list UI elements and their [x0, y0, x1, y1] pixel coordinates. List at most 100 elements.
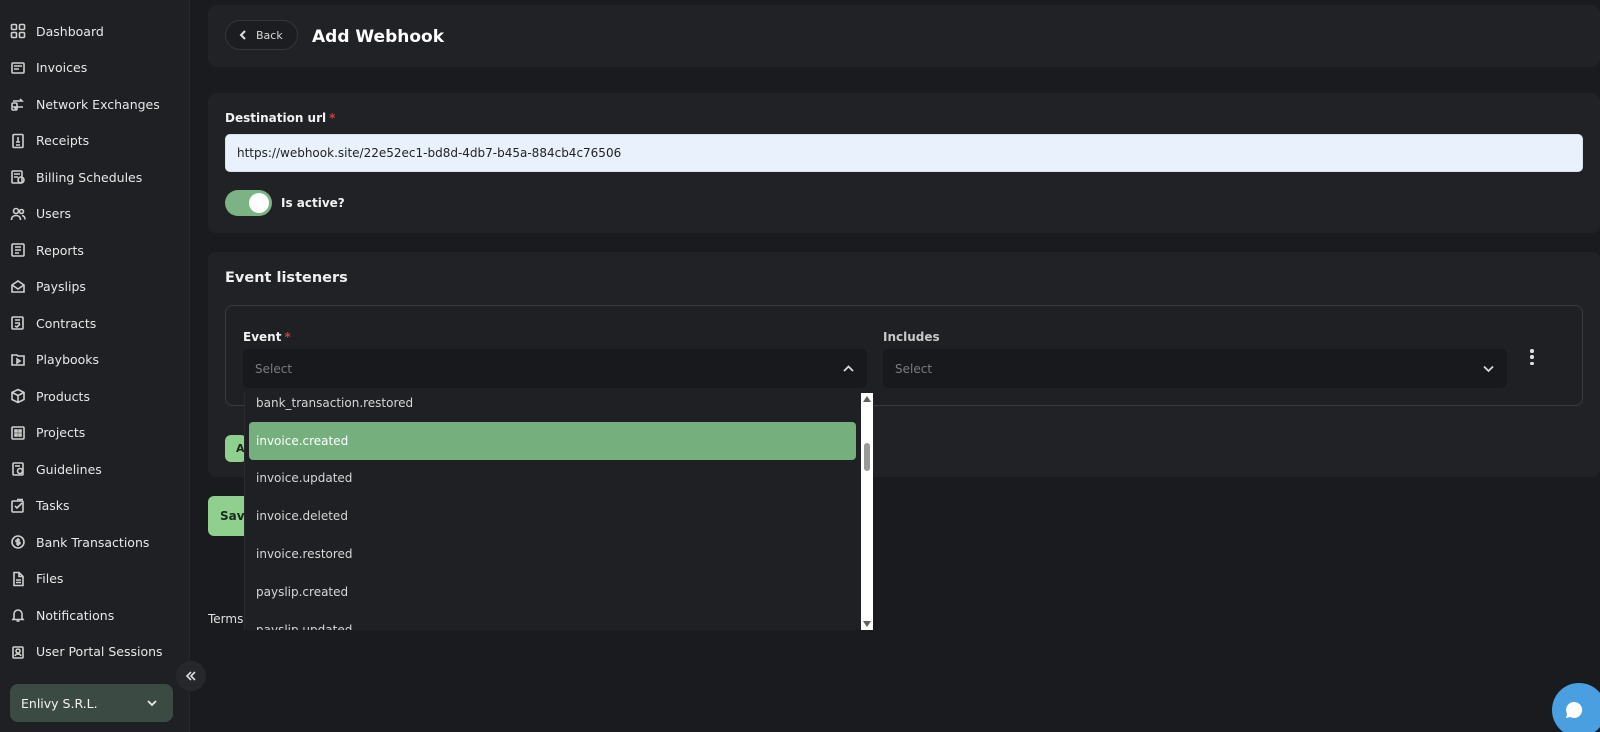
- destination-section: Destination url* Is active?: [208, 93, 1600, 233]
- sidebar-item-label: Billing Schedules: [36, 169, 143, 185]
- bell-icon: [9, 606, 27, 624]
- sidebar-item-reports[interactable]: Reports: [0, 232, 189, 269]
- toggle-knob: [249, 193, 269, 213]
- back-button-label: Back: [256, 28, 283, 42]
- dropdown-scrollbar[interactable]: [861, 393, 873, 630]
- chevron-left-icon: [239, 30, 246, 40]
- page-header: Back Add Webhook: [208, 5, 1600, 67]
- organization-name: Enlivy S.R.L.: [21, 695, 98, 711]
- dropdown-option-selected[interactable]: invoice.created: [249, 421, 856, 460]
- sidebar-item-label: Tasks: [36, 498, 70, 514]
- row-menu-icon[interactable]: [1527, 347, 1537, 367]
- sidebar-item-label: Playbooks: [36, 352, 100, 368]
- destination-url-input[interactable]: [225, 134, 1583, 172]
- dropdown-option[interactable]: payslip.updated: [245, 611, 860, 630]
- tasks-icon: [9, 497, 27, 515]
- sidebar: Dashboard Invoices Network Exchanges Rec…: [0, 0, 190, 732]
- save-button[interactable]: Save: [208, 496, 244, 536]
- project-icon: [9, 424, 27, 442]
- sidebar-item-label: Invoices: [36, 60, 88, 76]
- required-mark: *: [329, 111, 336, 125]
- sidebar-item-tasks[interactable]: Tasks: [0, 488, 189, 525]
- sidebar-item-label: Dashboard: [36, 23, 104, 39]
- terms-link[interactable]: Terms: [208, 612, 243, 626]
- scroll-down-arrow-icon[interactable]: [863, 621, 871, 627]
- billing-schedule-icon: [9, 168, 27, 186]
- sidebar-item-label: Bank Transactions: [36, 534, 150, 550]
- sidebar-item-label: User Portal Sessions: [36, 644, 163, 660]
- sidebar-item-notifications[interactable]: Notifications: [0, 597, 189, 634]
- organization-select[interactable]: Enlivy S.R.L.: [10, 684, 173, 722]
- sidebar-item-label: Payslips: [36, 279, 86, 295]
- file-icon: [9, 570, 27, 588]
- users-icon: [9, 205, 27, 223]
- sidebar-item-playbooks[interactable]: Playbooks: [0, 342, 189, 379]
- includes-select[interactable]: Select: [883, 349, 1507, 388]
- event-dropdown-menu: bank_transaction.restored invoice.create…: [244, 393, 873, 630]
- sidebar-item-guidelines[interactable]: Guidelines: [0, 451, 189, 488]
- chevron-down-icon: [147, 700, 157, 707]
- section-title: Event listeners: [225, 270, 348, 286]
- scroll-up-arrow-icon[interactable]: [863, 396, 871, 402]
- required-mark: *: [284, 330, 291, 344]
- sidebar-item-network-exchanges[interactable]: Network Exchanges: [0, 86, 189, 123]
- event-select[interactable]: Select: [243, 349, 867, 388]
- sidebar-item-files[interactable]: Files: [0, 561, 189, 598]
- sidebar-item-invoices[interactable]: Invoices: [0, 50, 189, 87]
- collapse-sidebar-button[interactable]: [176, 661, 206, 691]
- sidebar-item-dashboard[interactable]: Dashboard: [0, 13, 189, 50]
- sidebar-item-contracts[interactable]: Contracts: [0, 305, 189, 342]
- event-listener-row: Event * Select Includes Select: [225, 305, 1583, 406]
- sidebar-item-label: Guidelines: [36, 461, 102, 477]
- double-chevron-left-icon: [185, 671, 196, 681]
- guidelines-icon: [9, 460, 27, 478]
- sidebar-item-products[interactable]: Products: [0, 378, 189, 415]
- includes-select-placeholder: Select: [895, 361, 933, 376]
- dropdown-option[interactable]: invoice.updated: [245, 460, 860, 498]
- playbook-icon: [9, 351, 27, 369]
- dropdown-option[interactable]: payslip.created: [245, 573, 860, 611]
- sidebar-item-projects[interactable]: Projects: [0, 415, 189, 452]
- sidebar-item-payslips[interactable]: Payslips: [0, 269, 189, 306]
- sidebar-item-label: Files: [36, 571, 64, 587]
- dropdown-option[interactable]: invoice.restored: [245, 535, 860, 573]
- bank-icon: [9, 533, 27, 551]
- sidebar-nav: Dashboard Invoices Network Exchanges Rec…: [0, 0, 189, 670]
- sidebar-item-label: Network Exchanges: [36, 96, 160, 112]
- back-button[interactable]: Back: [225, 20, 298, 50]
- dashboard-icon: [9, 22, 27, 40]
- event-options-list: bank_transaction.restored invoice.create…: [245, 393, 860, 630]
- sidebar-item-bank-transactions[interactable]: Bank Transactions: [0, 524, 189, 561]
- payslip-icon: [9, 278, 27, 296]
- destination-url-label-text: Destination url: [225, 111, 327, 125]
- is-active-label: Is active?: [281, 196, 345, 210]
- scrollbar-thumb[interactable]: [864, 443, 870, 471]
- sidebar-item-receipts[interactable]: Receipts: [0, 123, 189, 160]
- chevron-up-icon: [843, 365, 854, 372]
- dropdown-option[interactable]: bank_transaction.restored: [245, 393, 860, 422]
- product-box-icon: [9, 387, 27, 405]
- is-active-toggle[interactable]: [225, 190, 272, 216]
- includes-label: Includes: [883, 330, 940, 344]
- sidebar-item-label: Projects: [36, 425, 86, 441]
- is-active-row: Is active?: [225, 190, 345, 216]
- portal-session-icon: [9, 643, 27, 661]
- sidebar-item-user-portal-sessions[interactable]: User Portal Sessions: [0, 634, 189, 671]
- sidebar-item-users[interactable]: Users: [0, 196, 189, 233]
- destination-url-label: Destination url *: [225, 111, 335, 125]
- sidebar-item-billing-schedules[interactable]: Billing Schedules: [0, 159, 189, 196]
- sidebar-item-label: Notifications: [36, 607, 115, 623]
- event-select-placeholder: Select: [255, 361, 293, 376]
- chat-icon: [1566, 701, 1583, 718]
- dropdown-option[interactable]: invoice.deleted: [245, 497, 860, 535]
- chevron-down-icon: [1483, 365, 1494, 373]
- sidebar-item-label: Contracts: [36, 315, 97, 331]
- event-label: Event *: [243, 330, 291, 344]
- invoice-icon: [9, 59, 27, 77]
- page-title: Add Webhook: [312, 27, 445, 47]
- sidebar-item-label: Users: [36, 206, 72, 222]
- exchange-icon: [9, 95, 27, 113]
- chat-support-button[interactable]: [1552, 683, 1600, 732]
- sidebar-item-label: Products: [36, 388, 90, 404]
- event-label-text: Event: [243, 330, 282, 344]
